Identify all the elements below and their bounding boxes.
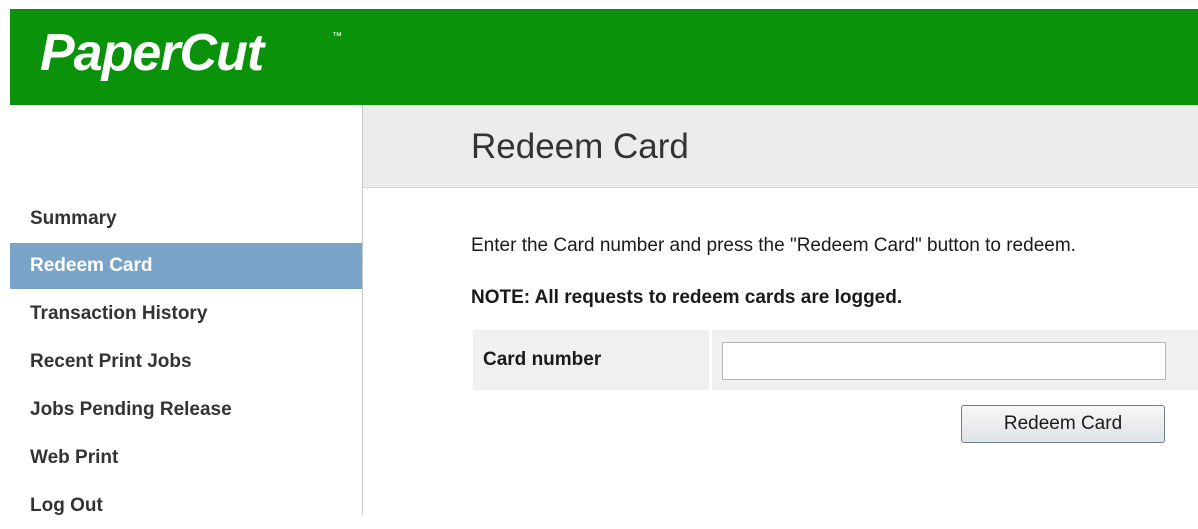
sidebar-item-label: Transaction History [30,303,208,324]
sidebar-item-recent-print-jobs[interactable]: Recent Print Jobs [10,339,362,385]
card-number-input-cell [712,330,1198,390]
header-bar: PaperCut ™ [10,9,1198,105]
sidebar-item-label: Log Out [30,495,103,516]
sidebar-item-label: Web Print [30,447,119,468]
sidebar-item-label: Summary [30,208,117,229]
page-title-band: Redeem Card [363,105,1198,188]
main-content: Enter the Card number and press the "Red… [363,188,1198,515]
card-number-label-cell: Card number [473,330,709,390]
sidebar-item-label: Jobs Pending Release [30,399,232,420]
sidebar-item-redeem-card[interactable]: Redeem Card [10,243,362,289]
card-number-input[interactable] [722,342,1166,380]
page-left-margin [0,0,10,515]
page-title: Redeem Card [471,127,689,166]
redeem-card-button[interactable]: Redeem Card [961,405,1165,443]
sidebar-item-jobs-pending-release[interactable]: Jobs Pending Release [10,387,362,433]
papercut-user-page: PaperCut ™ Summary Redeem Card Transacti… [10,9,1198,516]
sidebar-nav: Summary Redeem Card Transaction History … [10,105,363,516]
papercut-logo: PaperCut [40,24,264,82]
sidebar-item-label: Redeem Card [30,255,153,276]
sidebar-item-transaction-history[interactable]: Transaction History [10,291,362,337]
sidebar-item-log-out[interactable]: Log Out [10,483,362,529]
card-number-label: Card number [483,349,602,370]
sidebar-item-web-print[interactable]: Web Print [10,435,362,481]
trademark-symbol: ™ [332,31,342,42]
instructions-text: Enter the Card number and press the "Red… [471,235,1076,256]
sidebar-item-summary[interactable]: Summary [10,196,362,242]
sidebar-item-label: Recent Print Jobs [30,351,192,372]
logging-note: NOTE: All requests to redeem cards are l… [471,287,903,308]
